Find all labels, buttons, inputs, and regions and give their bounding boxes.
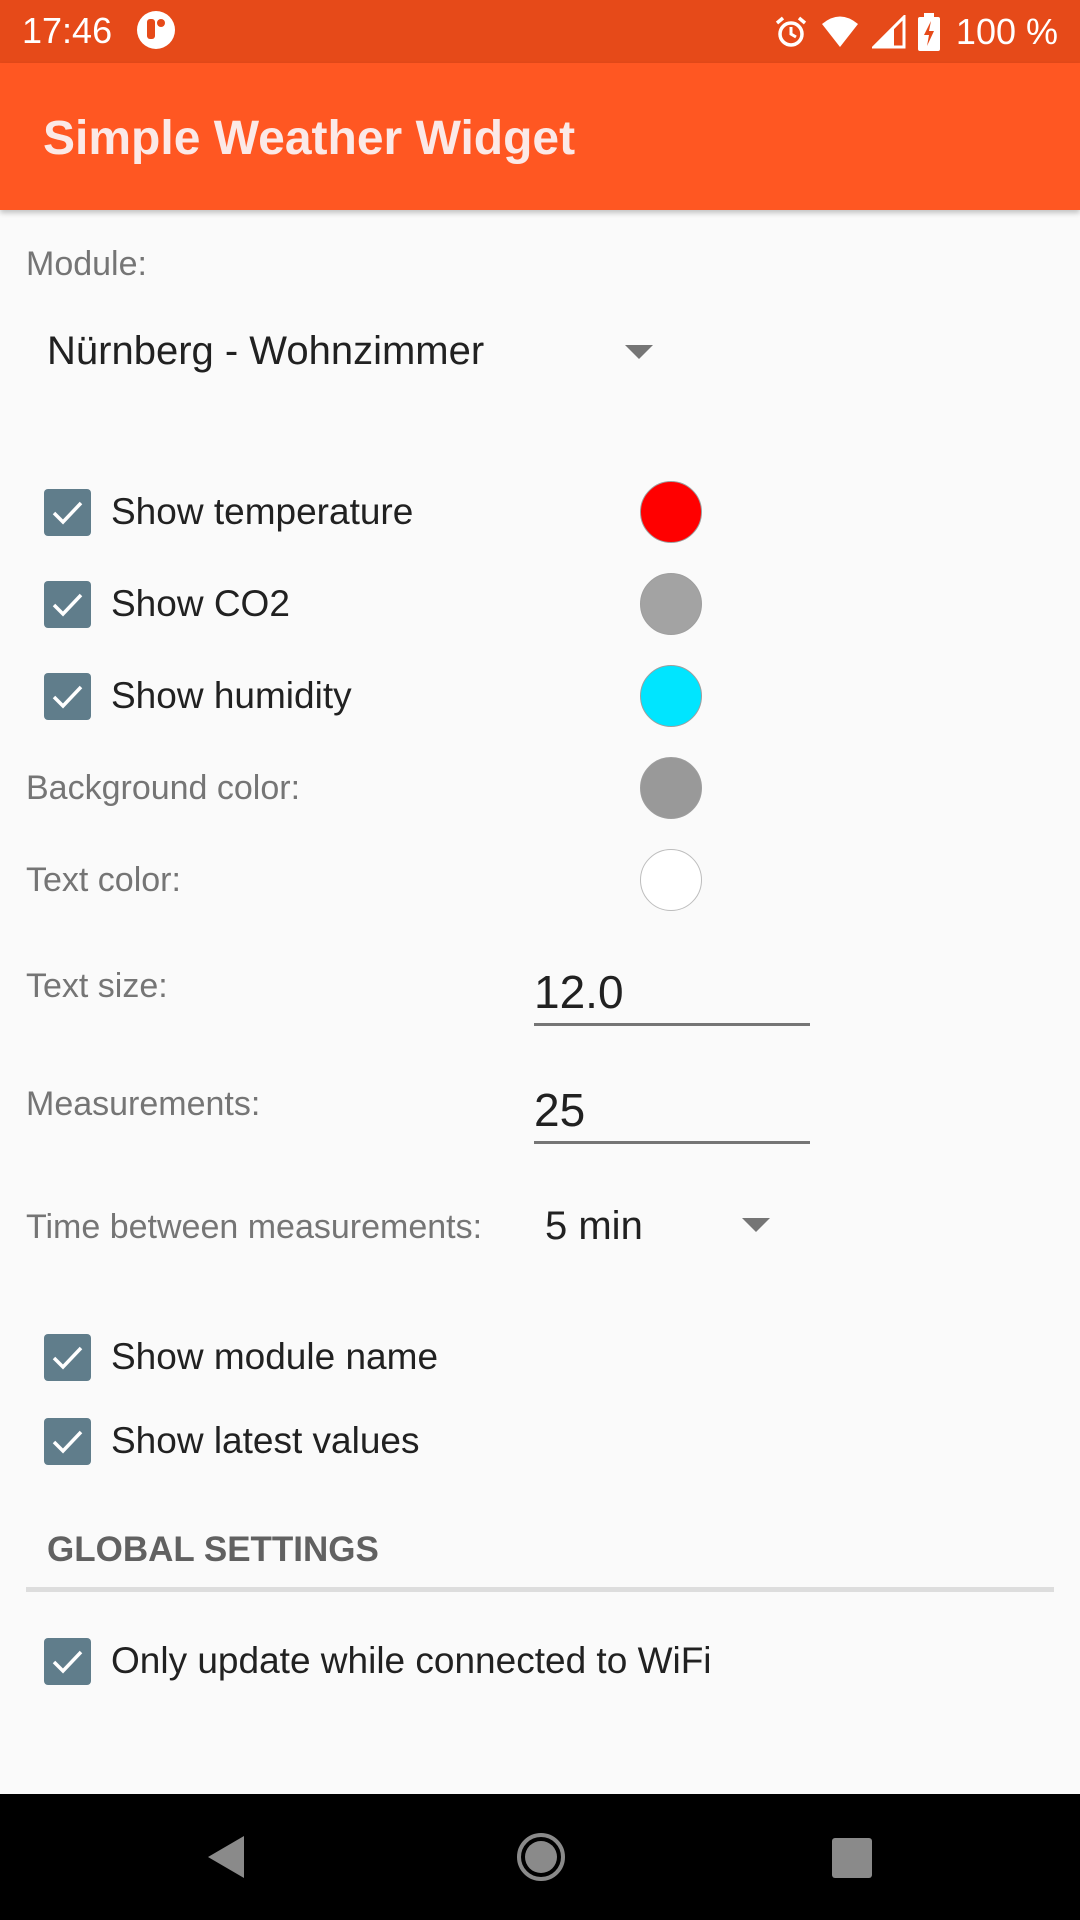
module-label: Module: bbox=[26, 245, 147, 283]
background-color-label: Background color: bbox=[26, 769, 301, 807]
interval-label: Time between measurements: bbox=[26, 1208, 483, 1246]
interval-spinner-value: 5 min bbox=[545, 1204, 643, 1248]
status-time: 17:46 bbox=[22, 10, 113, 51]
show-latest-values-label: Show latest values bbox=[111, 1420, 420, 1461]
back-icon[interactable] bbox=[206, 1834, 246, 1885]
module-spinner-value: Nürnberg - Wohnzimmer bbox=[47, 329, 485, 373]
humidity-color-swatch[interactable] bbox=[640, 665, 702, 727]
alarm-icon bbox=[774, 15, 808, 49]
text-size-field[interactable] bbox=[534, 953, 810, 1026]
screen: 17:46 100 % Simple Weather Widget Module… bbox=[0, 0, 1080, 1920]
measurements-label: Measurements: bbox=[26, 1085, 261, 1123]
app-notification-icon bbox=[137, 11, 175, 49]
home-icon[interactable] bbox=[516, 1832, 566, 1887]
show-module-name-label: Show module name bbox=[111, 1336, 439, 1377]
checkbox-checked-icon bbox=[44, 1333, 91, 1381]
chevron-down-icon bbox=[625, 345, 653, 359]
checkbox-checked-icon bbox=[44, 1637, 91, 1685]
show-temperature-checkbox[interactable]: Show temperature bbox=[44, 488, 413, 536]
show-humidity-checkbox[interactable]: Show humidity bbox=[44, 672, 352, 720]
temperature-color-swatch[interactable] bbox=[640, 481, 702, 543]
show-co2-checkbox[interactable]: Show CO2 bbox=[44, 580, 290, 628]
app-title: Simple Weather Widget bbox=[43, 112, 576, 165]
global-settings-header: GLOBAL SETTINGS bbox=[47, 1530, 379, 1569]
checkbox-checked-icon bbox=[44, 488, 91, 536]
cell-signal-icon bbox=[871, 15, 906, 49]
battery-charging-icon bbox=[917, 13, 940, 51]
show-latest-values-checkbox[interactable]: Show latest values bbox=[44, 1417, 420, 1465]
section-divider bbox=[26, 1587, 1054, 1592]
background-color-swatch[interactable] bbox=[640, 757, 702, 819]
wifi-only-label: Only update while connected to WiFi bbox=[111, 1640, 712, 1681]
checkbox-checked-icon bbox=[44, 580, 91, 628]
text-size-input[interactable] bbox=[534, 965, 804, 1019]
wifi-icon bbox=[820, 15, 860, 49]
wifi-only-checkbox[interactable]: Only update while connected to WiFi bbox=[44, 1637, 712, 1685]
show-temperature-label: Show temperature bbox=[111, 491, 414, 532]
recent-apps-icon[interactable] bbox=[832, 1838, 872, 1878]
measurements-input[interactable] bbox=[534, 1083, 804, 1137]
measurements-field[interactable] bbox=[534, 1071, 810, 1144]
navigation-bar bbox=[0, 1794, 1080, 1920]
status-bar: 17:46 100 % bbox=[0, 0, 1080, 63]
battery-percent: 100 % bbox=[955, 11, 1058, 52]
show-co2-label: Show CO2 bbox=[111, 583, 290, 624]
show-humidity-label: Show humidity bbox=[111, 675, 352, 716]
chevron-down-icon bbox=[742, 1218, 770, 1232]
checkbox-checked-icon bbox=[44, 1417, 91, 1465]
text-color-label: Text color: bbox=[26, 861, 181, 899]
text-size-label: Text size: bbox=[26, 967, 168, 1005]
status-icons: 100 % bbox=[774, 8, 1058, 56]
app-bar: Simple Weather Widget bbox=[0, 63, 1080, 210]
checkbox-checked-icon bbox=[44, 672, 91, 720]
co2-color-swatch[interactable] bbox=[640, 573, 702, 635]
show-module-name-checkbox[interactable]: Show module name bbox=[44, 1333, 438, 1381]
text-color-swatch[interactable] bbox=[640, 849, 702, 911]
